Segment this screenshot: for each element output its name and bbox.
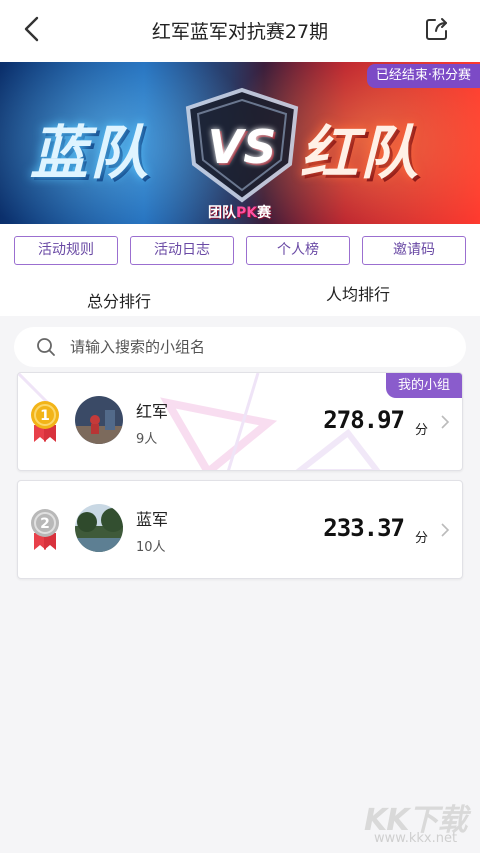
action-bar: 活动规则 活动日志 个人榜 邀请码 总分排行 人均排行 [0,224,480,316]
page-title: 红军蓝军对抗赛27期 [151,21,329,43]
avatar [75,396,123,444]
share-icon[interactable] [424,16,450,42]
rank-number: 1 [40,408,50,424]
tab-total-score[interactable]: 总分排行 [87,288,151,312]
event-banner: 蓝队 VS 红队 团队PK赛 已经结束·积分赛 [0,62,480,224]
ranking-card[interactable]: 我的小组 1 红军 9人 278.97 分 [17,372,463,471]
group-score: 278.97 [323,406,405,434]
banner-subtitle-prefix: 团队 [208,205,236,221]
silver-medal-icon: 2 [31,509,59,550]
group-score: 233.37 [323,514,405,542]
rules-button[interactable]: 活动规则 [14,236,118,265]
avatar [75,504,123,552]
search-input[interactable] [70,327,450,367]
search-bar [14,327,466,367]
personal-ranking-button[interactable]: 个人榜 [246,236,350,265]
gold-medal-icon: 1 [31,401,59,442]
group-name: 蓝军 [136,510,169,529]
rank-number: 2 [40,516,50,532]
ranking-card[interactable]: 2 蓝军 10人 233.37 分 [17,480,463,579]
banner-team-blue: 蓝队 [30,119,151,187]
tab-average-score[interactable]: 人均排行 [326,281,390,305]
top-bar: 红军蓝军对抗赛27期 [0,0,480,62]
event-status-badge: 已经结束·积分赛 [366,64,480,88]
my-group-badge: 我的小组 [385,373,462,398]
member-count: 10人 [136,540,166,555]
watermark-url: www.kkx.net [374,831,458,846]
banner-vs-text: VS [207,120,277,174]
banner-subtitle: 团队PK赛 [208,202,271,222]
chevron-right-icon [441,523,450,537]
group-name: 红军 [136,402,169,421]
chevron-right-icon [441,415,450,429]
watermark: KK下载 www.kkx.net [360,793,480,853]
invite-code-button[interactable]: 邀请码 [362,236,466,265]
member-count: 9人 [136,432,158,447]
search-icon [37,338,55,356]
banner-team-red: 红队 [300,119,421,187]
score-unit: 分 [414,423,428,438]
activity-log-button[interactable]: 活动日志 [130,236,234,265]
banner-subtitle-pk: PK [236,205,258,221]
banner-subtitle-suffix: 赛 [257,205,272,221]
score-unit: 分 [414,531,428,546]
